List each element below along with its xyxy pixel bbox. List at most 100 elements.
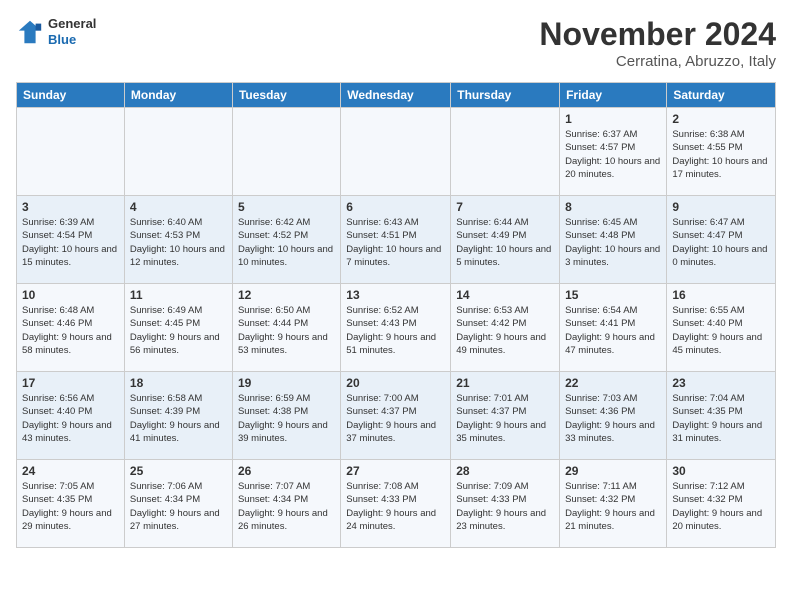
calendar-cell: 17 Sunrise: 6:56 AM Sunset: 4:40 PM Dayli… <box>17 372 125 460</box>
day-number: 15 <box>565 288 661 302</box>
day-number: 19 <box>238 376 335 390</box>
weekday-header-sunday: Sunday <box>17 83 125 108</box>
day-number: 26 <box>238 464 335 478</box>
calendar-week-row: 1 Sunrise: 6:37 AM Sunset: 4:57 PM Daylig… <box>17 108 776 196</box>
day-info: Sunrise: 6:38 AM Sunset: 4:55 PM Dayligh… <box>672 128 770 181</box>
logo-blue: Blue <box>48 32 96 48</box>
day-number: 27 <box>346 464 445 478</box>
day-number: 5 <box>238 200 335 214</box>
day-number: 6 <box>346 200 445 214</box>
calendar-cell: 1 Sunrise: 6:37 AM Sunset: 4:57 PM Daylig… <box>560 108 667 196</box>
day-number: 24 <box>22 464 119 478</box>
title-area: November 2024 Cerratina, Abruzzo, Italy <box>539 16 776 70</box>
calendar-cell: 30 Sunrise: 7:12 AM Sunset: 4:32 PM Dayli… <box>667 460 776 548</box>
day-info: Sunrise: 7:08 AM Sunset: 4:33 PM Dayligh… <box>346 480 445 533</box>
day-number: 3 <box>22 200 119 214</box>
calendar-cell: 18 Sunrise: 6:58 AM Sunset: 4:39 PM Dayli… <box>124 372 232 460</box>
day-info: Sunrise: 6:37 AM Sunset: 4:57 PM Dayligh… <box>565 128 661 181</box>
calendar-cell: 25 Sunrise: 7:06 AM Sunset: 4:34 PM Dayli… <box>124 460 232 548</box>
day-number: 16 <box>672 288 770 302</box>
calendar-cell: 26 Sunrise: 7:07 AM Sunset: 4:34 PM Dayli… <box>232 460 340 548</box>
day-info: Sunrise: 6:55 AM Sunset: 4:40 PM Dayligh… <box>672 304 770 357</box>
day-info: Sunrise: 7:04 AM Sunset: 4:35 PM Dayligh… <box>672 392 770 445</box>
weekday-header-saturday: Saturday <box>667 83 776 108</box>
calendar-cell: 13 Sunrise: 6:52 AM Sunset: 4:43 PM Dayli… <box>341 284 451 372</box>
day-number: 10 <box>22 288 119 302</box>
day-info: Sunrise: 6:56 AM Sunset: 4:40 PM Dayligh… <box>22 392 119 445</box>
day-number: 30 <box>672 464 770 478</box>
day-info: Sunrise: 7:00 AM Sunset: 4:37 PM Dayligh… <box>346 392 445 445</box>
day-number: 9 <box>672 200 770 214</box>
calendar-cell <box>232 108 340 196</box>
day-number: 29 <box>565 464 661 478</box>
day-number: 21 <box>456 376 554 390</box>
logo: General Blue <box>16 16 96 47</box>
day-number: 8 <box>565 200 661 214</box>
day-number: 1 <box>565 112 661 126</box>
calendar-week-row: 3 Sunrise: 6:39 AM Sunset: 4:54 PM Daylig… <box>17 196 776 284</box>
day-info: Sunrise: 6:48 AM Sunset: 4:46 PM Dayligh… <box>22 304 119 357</box>
calendar-cell: 20 Sunrise: 7:00 AM Sunset: 4:37 PM Dayli… <box>341 372 451 460</box>
calendar-cell: 28 Sunrise: 7:09 AM Sunset: 4:33 PM Dayli… <box>451 460 560 548</box>
calendar-cell <box>17 108 125 196</box>
day-info: Sunrise: 6:58 AM Sunset: 4:39 PM Dayligh… <box>130 392 227 445</box>
calendar-table: SundayMondayTuesdayWednesdayThursdayFrid… <box>16 82 776 548</box>
day-info: Sunrise: 6:45 AM Sunset: 4:48 PM Dayligh… <box>565 216 661 269</box>
day-info: Sunrise: 6:42 AM Sunset: 4:52 PM Dayligh… <box>238 216 335 269</box>
calendar-cell: 29Sunrise: 7:11 AM Sunset: 4:32 PM Dayli… <box>560 460 667 548</box>
day-number: 25 <box>130 464 227 478</box>
day-info: Sunrise: 7:07 AM Sunset: 4:34 PM Dayligh… <box>238 480 335 533</box>
weekday-header-wednesday: Wednesday <box>341 83 451 108</box>
weekday-header-tuesday: Tuesday <box>232 83 340 108</box>
weekday-header-row: SundayMondayTuesdayWednesdayThursdayFrid… <box>17 83 776 108</box>
calendar-cell: 14Sunrise: 6:53 AM Sunset: 4:42 PM Dayli… <box>451 284 560 372</box>
page-header: General Blue November 2024 Cerratina, Ab… <box>16 16 776 70</box>
calendar-cell: 21 Sunrise: 7:01 AM Sunset: 4:37 PM Dayli… <box>451 372 560 460</box>
calendar-cell: 22 Sunrise: 7:03 AM Sunset: 4:36 PM Dayli… <box>560 372 667 460</box>
calendar-cell: 8 Sunrise: 6:45 AM Sunset: 4:48 PM Daylig… <box>560 196 667 284</box>
day-number: 22 <box>565 376 661 390</box>
day-info: Sunrise: 6:43 AM Sunset: 4:51 PM Dayligh… <box>346 216 445 269</box>
calendar-cell: 27 Sunrise: 7:08 AM Sunset: 4:33 PM Dayli… <box>341 460 451 548</box>
calendar-cell: 19 Sunrise: 6:59 AM Sunset: 4:38 PM Dayli… <box>232 372 340 460</box>
day-number: 14 <box>456 288 554 302</box>
day-info: Sunrise: 7:01 AM Sunset: 4:37 PM Dayligh… <box>456 392 554 445</box>
day-info: Sunrise: 7:03 AM Sunset: 4:36 PM Dayligh… <box>565 392 661 445</box>
calendar-cell: 23 Sunrise: 7:04 AM Sunset: 4:35 PM Dayli… <box>667 372 776 460</box>
calendar-cell: 7Sunrise: 6:44 AM Sunset: 4:49 PM Daylig… <box>451 196 560 284</box>
calendar-cell: 24 Sunrise: 7:05 AM Sunset: 4:35 PM Dayli… <box>17 460 125 548</box>
calendar-cell <box>124 108 232 196</box>
logo-icon <box>16 18 44 46</box>
logo-general: General <box>48 16 96 32</box>
day-number: 11 <box>130 288 227 302</box>
calendar-cell: 5 Sunrise: 6:42 AM Sunset: 4:52 PM Daylig… <box>232 196 340 284</box>
calendar-cell: 11Sunrise: 6:49 AM Sunset: 4:45 PM Dayli… <box>124 284 232 372</box>
day-info: Sunrise: 7:05 AM Sunset: 4:35 PM Dayligh… <box>22 480 119 533</box>
day-info: Sunrise: 6:59 AM Sunset: 4:38 PM Dayligh… <box>238 392 335 445</box>
day-number: 28 <box>456 464 554 478</box>
day-info: Sunrise: 6:47 AM Sunset: 4:47 PM Dayligh… <box>672 216 770 269</box>
day-info: Sunrise: 6:54 AM Sunset: 4:41 PM Dayligh… <box>565 304 661 357</box>
calendar-cell: 12Sunrise: 6:50 AM Sunset: 4:44 PM Dayli… <box>232 284 340 372</box>
calendar-week-row: 10 Sunrise: 6:48 AM Sunset: 4:46 PM Dayli… <box>17 284 776 372</box>
day-number: 20 <box>346 376 445 390</box>
day-info: Sunrise: 7:09 AM Sunset: 4:33 PM Dayligh… <box>456 480 554 533</box>
day-info: Sunrise: 6:52 AM Sunset: 4:43 PM Dayligh… <box>346 304 445 357</box>
calendar-cell <box>451 108 560 196</box>
calendar-cell: 2Sunrise: 6:38 AM Sunset: 4:55 PM Daylig… <box>667 108 776 196</box>
calendar-week-row: 17 Sunrise: 6:56 AM Sunset: 4:40 PM Dayli… <box>17 372 776 460</box>
day-number: 7 <box>456 200 554 214</box>
day-info: Sunrise: 7:06 AM Sunset: 4:34 PM Dayligh… <box>130 480 227 533</box>
calendar-cell: 3 Sunrise: 6:39 AM Sunset: 4:54 PM Daylig… <box>17 196 125 284</box>
month-title: November 2024 <box>539 16 776 53</box>
day-number: 13 <box>346 288 445 302</box>
logo-text: General Blue <box>48 16 96 47</box>
day-number: 23 <box>672 376 770 390</box>
day-number: 18 <box>130 376 227 390</box>
weekday-header-thursday: Thursday <box>451 83 560 108</box>
day-number: 4 <box>130 200 227 214</box>
day-number: 17 <box>22 376 119 390</box>
calendar-cell <box>341 108 451 196</box>
day-info: Sunrise: 7:12 AM Sunset: 4:32 PM Dayligh… <box>672 480 770 533</box>
day-info: Sunrise: 6:39 AM Sunset: 4:54 PM Dayligh… <box>22 216 119 269</box>
